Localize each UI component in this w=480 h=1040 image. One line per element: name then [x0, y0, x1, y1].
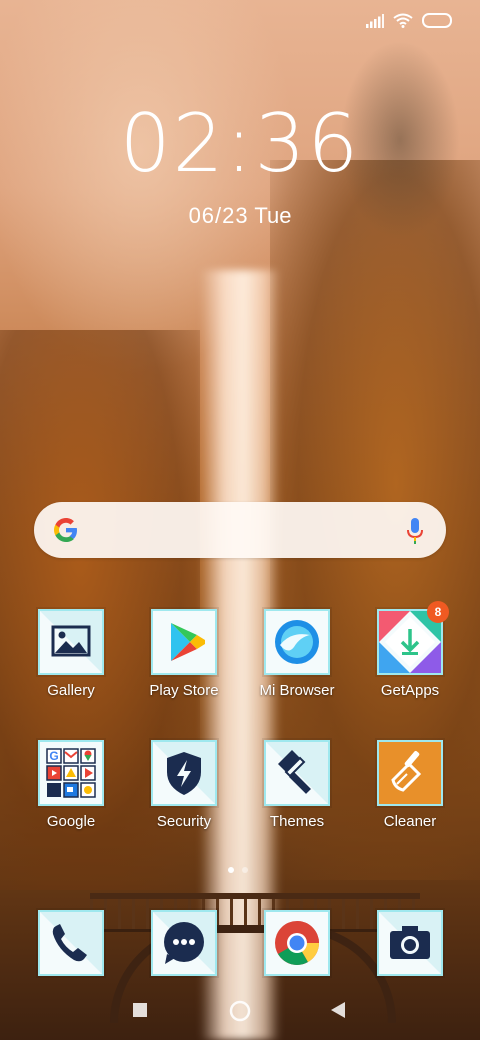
signal-icon	[366, 13, 384, 28]
weekday-value: Tue	[254, 203, 292, 228]
dock-camera[interactable]	[353, 910, 467, 976]
page-indicator	[228, 867, 248, 873]
chrome-icon	[264, 910, 330, 976]
gallery-icon	[38, 609, 104, 675]
camera-icon	[377, 910, 443, 976]
google-folder-icon: G	[38, 740, 104, 806]
getapps-icon: 8	[377, 601, 449, 675]
mi-browser-icon	[264, 609, 330, 675]
app-getapps[interactable]: 8 GetApps	[353, 601, 467, 699]
clock-time: 02:36	[119, 97, 361, 190]
app-label: Security	[156, 813, 212, 830]
date-value: 06/23	[188, 203, 249, 228]
app-label: Play Store	[149, 682, 219, 699]
cleaner-icon	[377, 740, 443, 806]
dock-messages[interactable]	[127, 910, 241, 976]
google-logo-icon	[54, 518, 77, 542]
home-button[interactable]	[229, 1000, 251, 1022]
folder-google[interactable]: G Google	[14, 740, 128, 830]
themes-icon	[264, 740, 330, 806]
app-play-store[interactable]: Play Store	[127, 609, 241, 699]
security-icon	[151, 740, 217, 806]
app-mi-browser[interactable]: Mi Browser	[240, 609, 354, 699]
app-label: Cleaner	[383, 813, 437, 830]
app-cleaner[interactable]: Cleaner	[353, 740, 467, 830]
google-search-bar[interactable]	[34, 502, 446, 558]
back-button[interactable]	[331, 1002, 345, 1018]
notification-badge: 8	[427, 601, 449, 623]
navigation-bar	[0, 990, 480, 1034]
app-label: Google	[46, 813, 96, 830]
app-gallery[interactable]: Gallery	[14, 609, 128, 699]
app-label: Themes	[269, 813, 325, 830]
app-label: Gallery	[47, 682, 95, 699]
app-security[interactable]: Security	[127, 740, 241, 830]
phone-icon	[38, 910, 104, 976]
dock-phone[interactable]	[14, 910, 128, 976]
page-dot	[242, 867, 248, 873]
clock-date: 06/23 Tue	[0, 203, 480, 229]
messages-icon	[151, 910, 217, 976]
microphone-icon[interactable]	[406, 517, 424, 545]
status-bar	[366, 13, 452, 28]
wifi-icon	[393, 13, 413, 28]
app-label: Mi Browser	[259, 682, 335, 699]
play-store-icon	[151, 609, 217, 675]
app-themes[interactable]: Themes	[240, 740, 354, 830]
recents-button[interactable]	[133, 1003, 147, 1017]
battery-icon	[422, 13, 452, 28]
dock-chrome[interactable]	[240, 910, 354, 976]
app-label: GetApps	[380, 682, 440, 699]
page-dot-active	[228, 867, 234, 873]
svg-text:G: G	[49, 749, 58, 763]
